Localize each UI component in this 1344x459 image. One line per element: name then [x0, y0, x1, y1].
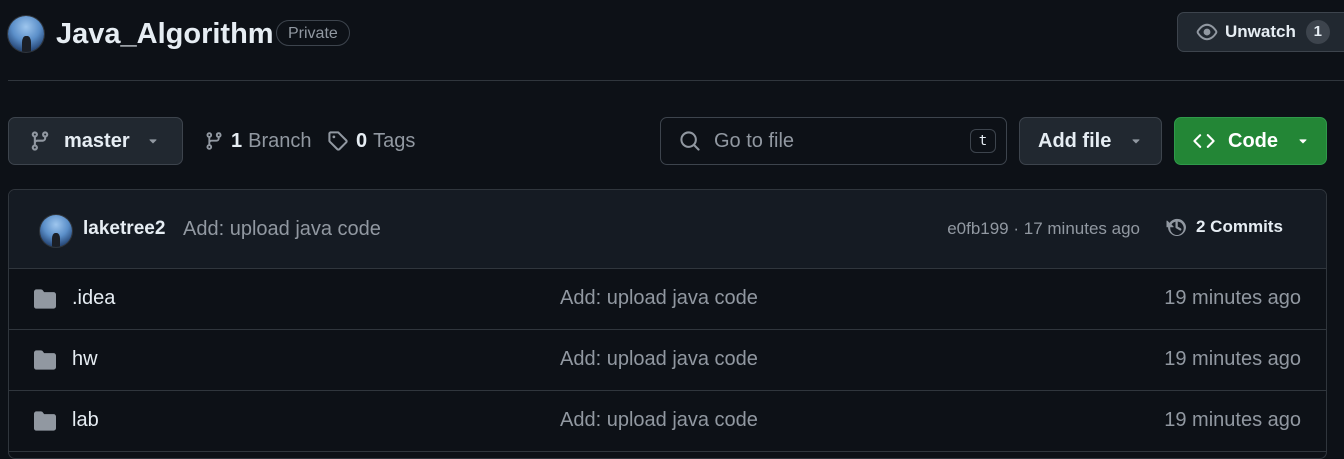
file-name[interactable]: .idea — [72, 287, 115, 310]
folder-icon — [33, 410, 57, 432]
latest-commit-bar: laketree2 Add: upload java code e0fb199 … — [9, 190, 1326, 269]
code-icon — [1192, 130, 1216, 152]
git-branch-icon — [29, 130, 51, 152]
file-row[interactable]: .idea Add: upload java code 19 minutes a… — [9, 269, 1326, 330]
visibility-badge: Private — [276, 20, 350, 46]
owner-avatar[interactable] — [8, 16, 44, 52]
file-commit-time: 19 minutes ago — [1164, 348, 1301, 370]
triangle-down-icon — [146, 134, 160, 148]
tag-count: 0 — [356, 129, 368, 152]
triangle-down-icon — [1129, 134, 1143, 148]
eye-icon — [1196, 21, 1218, 43]
history-icon — [1165, 215, 1189, 239]
tag-label: Tags — [373, 129, 416, 152]
triangle-down-icon — [1296, 134, 1310, 148]
tags-link[interactable]: 0 Tags — [327, 117, 415, 165]
file-name[interactable]: lab — [72, 409, 99, 432]
file-commit-time: 19 minutes ago — [1164, 409, 1301, 431]
folder-icon — [33, 288, 57, 310]
code-button[interactable]: Code — [1174, 117, 1327, 165]
repo-title[interactable]: Java_Algorithm — [56, 15, 274, 53]
commits-history-link[interactable]: 2 Commits — [1165, 215, 1283, 239]
commit-author-avatar[interactable] — [40, 215, 72, 247]
branch-selector[interactable]: master — [8, 117, 183, 165]
unwatch-button[interactable]: Unwatch 1 — [1177, 12, 1344, 52]
commits-count-label: 2 Commits — [1196, 217, 1283, 236]
file-commit-time: 19 minutes ago — [1164, 287, 1301, 309]
header-divider — [8, 80, 1344, 81]
folder-icon — [33, 349, 57, 371]
branches-link[interactable]: 1 Branch — [204, 117, 312, 165]
commit-message[interactable]: Add: upload java code — [183, 218, 381, 241]
file-name[interactable]: hw — [72, 348, 98, 371]
file-row[interactable]: lab Add: upload java code 19 minutes ago — [9, 391, 1326, 452]
file-commit-message[interactable]: Add: upload java code — [560, 409, 758, 432]
file-commit-message[interactable]: Add: upload java code — [560, 287, 758, 310]
commit-author[interactable]: laketree2 — [83, 218, 165, 240]
code-label: Code — [1228, 129, 1278, 152]
search-icon — [679, 130, 701, 152]
unwatch-label: Unwatch — [1225, 22, 1296, 41]
commit-hash-time[interactable]: e0fb199 · 17 minutes ago — [947, 219, 1140, 239]
file-row[interactable]: hw Add: upload java code 19 minutes ago — [9, 330, 1326, 391]
add-file-label: Add file — [1038, 129, 1112, 152]
git-branch-icon — [204, 130, 224, 152]
add-file-button[interactable]: Add file — [1019, 117, 1162, 165]
file-browser: laketree2 Add: upload java code e0fb199 … — [8, 189, 1327, 459]
keyboard-shortcut-hint: t — [970, 129, 996, 153]
branch-label: Branch — [248, 129, 312, 152]
file-commit-message[interactable]: Add: upload java code — [560, 348, 758, 371]
go-to-file-input[interactable]: Go to file t — [660, 117, 1007, 165]
watch-count: 1 — [1305, 20, 1330, 44]
search-placeholder: Go to file — [714, 129, 795, 152]
branch-name: master — [64, 129, 130, 152]
branch-count: 1 — [231, 129, 243, 152]
tag-icon — [327, 130, 349, 152]
